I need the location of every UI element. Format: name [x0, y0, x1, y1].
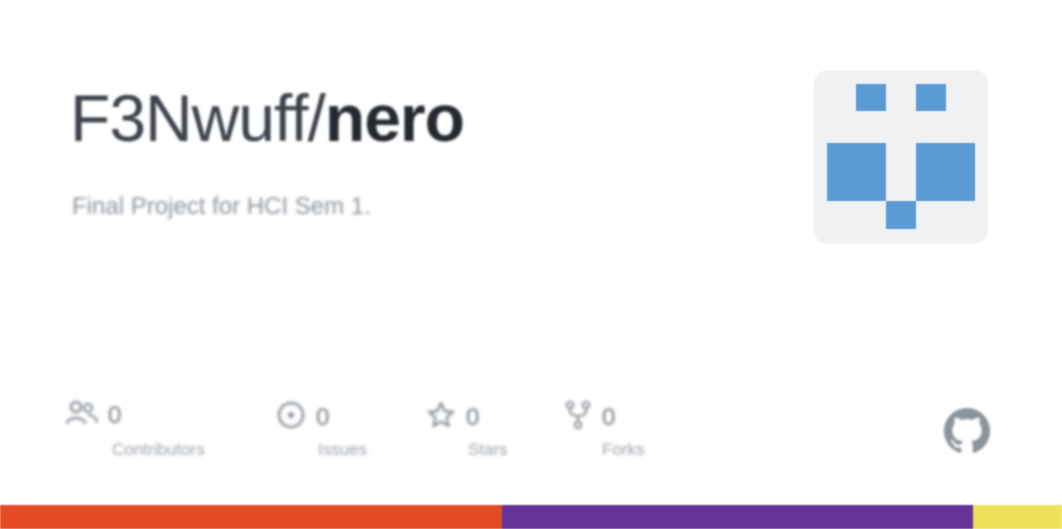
stars-count: 0	[466, 403, 480, 431]
repo-avatar	[814, 70, 988, 244]
issues-count: 0	[316, 403, 330, 431]
star-icon	[426, 400, 456, 435]
issue-icon	[276, 400, 306, 435]
repo-owner: F3Nwuff/	[70, 81, 326, 155]
stars-label: Stars	[468, 440, 508, 459]
language-segment	[502, 505, 973, 529]
language-segment	[972, 505, 1062, 529]
issues-label: Issues	[318, 440, 368, 459]
repo-card: F3Nwuff/nero Final Project for HCI Sem 1…	[0, 0, 1062, 529]
repo-description: Final Project for HCI Sem 1.	[72, 193, 371, 220]
repo-stats: 0 Contributors 0 Issues 0 Stars 0 Forks	[0, 396, 1062, 476]
github-logo-icon[interactable]	[944, 408, 990, 454]
forks-label: Forks	[602, 440, 645, 459]
contributors-count: 0	[108, 401, 122, 429]
fork-icon	[564, 400, 592, 435]
people-icon	[65, 400, 99, 431]
forks-count: 0	[602, 403, 616, 431]
contributors-label: Contributors	[112, 440, 205, 459]
repo-title[interactable]: F3Nwuff/nero	[70, 78, 465, 158]
language-segment	[0, 505, 503, 529]
identicon-icon	[814, 70, 988, 244]
repo-name: nero	[324, 81, 465, 155]
language-bar	[0, 505, 1062, 529]
